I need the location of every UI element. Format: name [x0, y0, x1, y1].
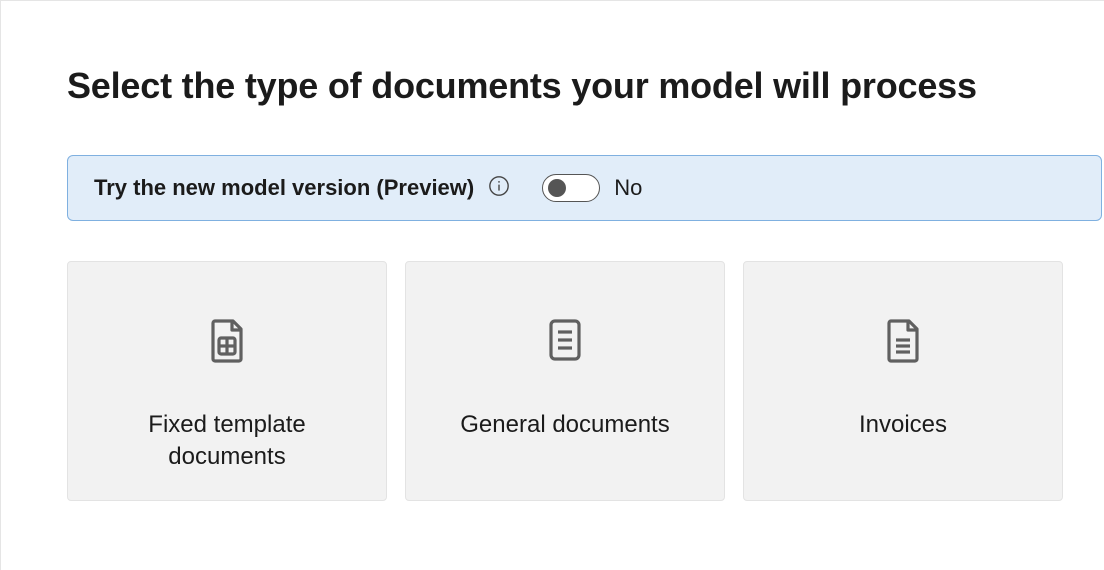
card-label: General documents: [436, 409, 693, 441]
card-general-documents[interactable]: General documents: [405, 261, 725, 501]
document-list-icon: [541, 316, 589, 409]
toggle-knob: [548, 179, 566, 197]
card-fixed-template[interactable]: Fixed template documents: [67, 261, 387, 501]
document-lines-icon: [879, 316, 927, 409]
card-invoices[interactable]: Invoices: [743, 261, 1063, 501]
toggle-switch[interactable]: [542, 174, 600, 202]
preview-banner: Try the new model version (Preview) No: [67, 155, 1102, 221]
document-type-cards: Fixed template documents General documen…: [67, 261, 1104, 501]
document-spreadsheet-icon: [203, 316, 251, 409]
card-label: Fixed template documents: [68, 409, 386, 474]
preview-toggle[interactable]: No: [542, 174, 642, 202]
toggle-state-label: No: [614, 175, 642, 201]
card-label: Invoices: [835, 409, 971, 441]
preview-banner-label: Try the new model version (Preview): [94, 175, 474, 201]
page-title: Select the type of documents your model …: [67, 65, 1104, 107]
info-icon[interactable]: [488, 175, 528, 202]
